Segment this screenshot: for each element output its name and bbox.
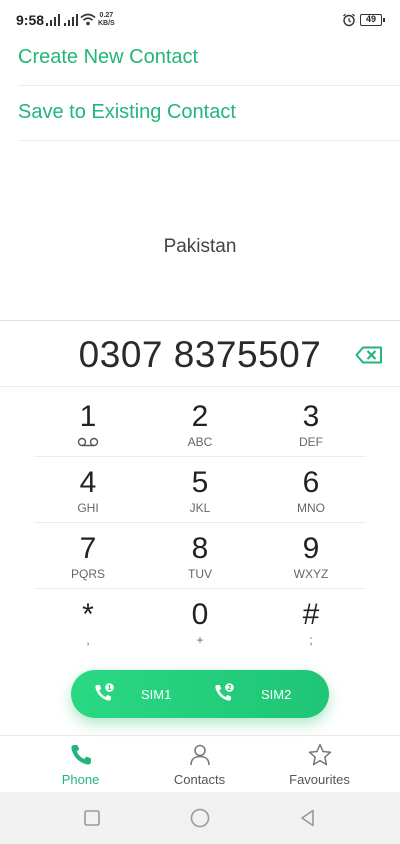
- sim1-badge: 1: [108, 685, 112, 692]
- status-bar: 9:58 0.27 KB/S 49: [0, 0, 400, 40]
- recent-apps-icon[interactable]: [82, 808, 102, 828]
- key-digit: #: [302, 598, 320, 631]
- tab-phone[interactable]: Phone: [14, 740, 147, 790]
- key-letters: ,: [86, 633, 90, 647]
- key-1[interactable]: 1: [33, 390, 143, 452]
- key-digit: 1: [79, 400, 97, 433]
- contacts-icon: [189, 744, 210, 766]
- key-digit: 2: [191, 400, 209, 433]
- home-icon[interactable]: [190, 808, 210, 828]
- network-speed: 0.27 KB/S: [98, 12, 115, 28]
- tab-contacts-label: Contacts: [173, 772, 226, 787]
- battery-icon: 49: [360, 14, 385, 26]
- key-digit: 0: [191, 598, 209, 631]
- wifi-icon: [80, 13, 96, 26]
- divider: [18, 85, 400, 86]
- key-letters: DEF: [299, 435, 323, 449]
- dialed-number[interactable]: 0307 8375507: [0, 334, 400, 376]
- tab-contacts[interactable]: Contacts: [133, 740, 266, 790]
- key-letters: ;: [309, 633, 313, 647]
- key-3[interactable]: 3 DEF: [256, 390, 366, 452]
- key-7[interactable]: 7 PQRS: [33, 522, 143, 584]
- call-icon: 2: [215, 683, 234, 701]
- key-letters: +: [196, 633, 204, 647]
- key-6[interactable]: 6 MNO: [256, 456, 366, 518]
- system-nav-bar: [0, 792, 400, 844]
- key-digit: *: [82, 598, 94, 631]
- key-digit: 5: [191, 466, 209, 499]
- call-button-bar: 1 SIM1 2 SIM2: [71, 670, 329, 718]
- key-letters: PQRS: [70, 567, 105, 581]
- divider: [0, 386, 400, 387]
- number-location: Pakistan: [163, 236, 237, 257]
- key-5[interactable]: 5 JKL: [145, 456, 255, 518]
- tab-phone-label: Phone: [61, 772, 100, 787]
- key-2[interactable]: 2 ABC: [145, 390, 255, 452]
- key-8[interactable]: 8 TUV: [145, 522, 255, 584]
- key-0[interactable]: 0 +: [145, 588, 255, 650]
- tab-favourites[interactable]: Favourites: [253, 740, 386, 790]
- key-star[interactable]: * ,: [33, 588, 143, 650]
- key-digit: 8: [191, 532, 209, 565]
- divider: [0, 735, 400, 736]
- key-letters: TUV: [188, 567, 212, 581]
- key-digit: 7: [79, 532, 97, 565]
- create-new-contact-button[interactable]: Create New Contact: [18, 46, 198, 69]
- save-to-existing-contact-button[interactable]: Save to Existing Contact: [18, 101, 236, 124]
- divider: [18, 140, 400, 141]
- sim2-label: SIM2: [261, 687, 292, 702]
- status-time: 9:58: [16, 12, 45, 28]
- backspace-icon[interactable]: [355, 346, 383, 364]
- key-hash[interactable]: # ;: [256, 588, 366, 650]
- key-letters: WXYZ: [293, 567, 329, 581]
- speed-value: 0.27: [99, 12, 114, 19]
- sim1-label: SIM1: [141, 687, 172, 702]
- key-letters: JKL: [189, 501, 211, 515]
- key-letters: GHI: [77, 501, 99, 515]
- call-sim1-button[interactable]: 1 SIM1: [71, 670, 191, 718]
- star-icon: [308, 743, 331, 766]
- alarm-icon: [343, 13, 355, 27]
- key-digit: 6: [302, 466, 320, 499]
- call-sim2-button[interactable]: 2 SIM2: [199, 670, 319, 718]
- key-4[interactable]: 4 GHI: [33, 456, 143, 518]
- voicemail-icon: [77, 437, 99, 447]
- key-letters: MNO: [297, 501, 325, 515]
- key-9[interactable]: 9 WXYZ: [256, 522, 366, 584]
- phone-icon: [70, 745, 91, 765]
- key-digit: 4: [79, 466, 97, 499]
- back-icon[interactable]: [298, 808, 318, 828]
- key-letters: ABC: [187, 435, 213, 449]
- speed-unit: KB/S: [98, 20, 115, 27]
- signal-icon: [64, 14, 80, 26]
- signal-icon: [46, 14, 62, 26]
- sim2-badge: 2: [228, 685, 232, 692]
- key-digit: 9: [302, 532, 320, 565]
- tab-favourites-label: Favourites: [289, 772, 350, 787]
- call-icon: 1: [95, 683, 114, 701]
- key-digit: 3: [302, 400, 320, 433]
- divider: [0, 320, 400, 321]
